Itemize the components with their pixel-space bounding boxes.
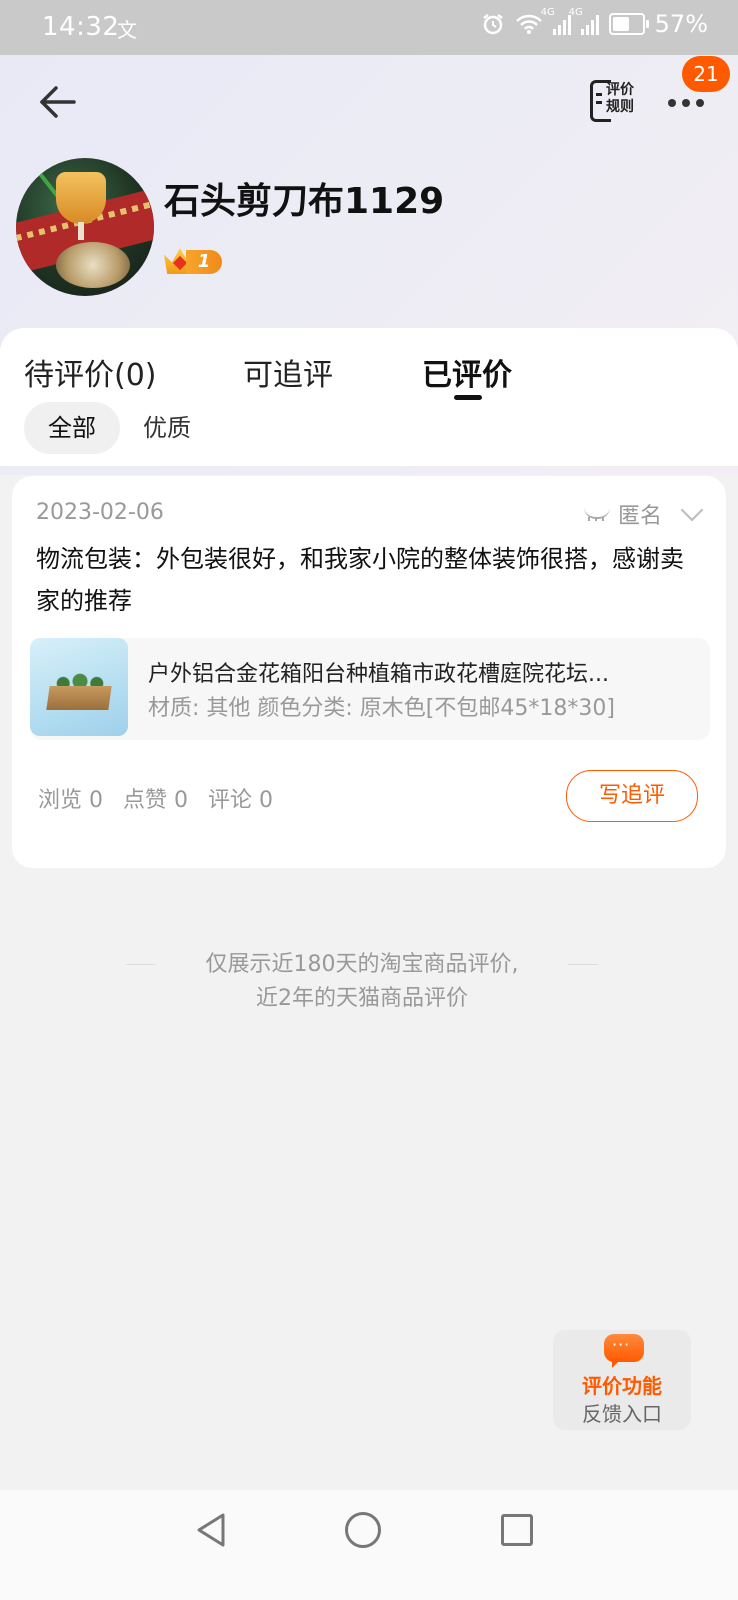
review-text: 物流包装：外包装很好，和我家小院的整体装饰很搭，感谢卖家的推荐 <box>36 545 684 615</box>
tab-follow-up[interactable]: 可追评 <box>243 350 333 394</box>
notification-badge: 21 <box>682 56 730 92</box>
chevron-down-icon[interactable] <box>680 498 704 522</box>
battery-icon <box>608 13 649 35</box>
wifi-icon <box>515 14 542 34</box>
network-type-label: 4G <box>540 7 555 18</box>
notice-line-2: 近2年的天猫商品评价 <box>256 986 468 1011</box>
system-navigation-bar <box>0 1490 738 1600</box>
comments-count: 评论 0 <box>208 788 273 813</box>
feedback-entry-button[interactable]: 评价功能 反馈入口 <box>553 1330 691 1430</box>
more-options-icon[interactable] <box>668 92 712 108</box>
anonymous-toggle[interactable]: 匿名 <box>583 498 704 530</box>
active-tab-indicator <box>454 395 482 400</box>
review-card: 2023-02-06 匿名 物流包装：外包装很好，和我家小院的整体装饰很搭，感谢… <box>12 476 726 868</box>
anonymous-label: 匿名 <box>617 504 662 529</box>
product-item[interactable]: 户外铝合金花箱阳台种植箱市政花槽庭院花坛... 材质: 其他 颜色分类: 原木色… <box>30 638 710 740</box>
history-notice: 仅展示近180天的淘宝商品评价, 近2年的天猫商品评价 <box>125 948 599 1016</box>
back-arrow-icon[interactable] <box>36 82 80 122</box>
feedback-label-1: 评价功能 <box>582 1374 662 1398</box>
review-date: 2023-02-06 <box>36 500 164 525</box>
signal-icon-2: 4G <box>569 7 599 35</box>
notice-line-1: 仅展示近180天的淘宝商品评价, <box>205 952 519 977</box>
chat-bubble-icon <box>604 1334 644 1362</box>
write-follow-up-button[interactable]: 写追评 <box>566 770 698 822</box>
tabs-panel: 待评价(0) 可追评 已评价 全部 优质 <box>0 328 738 466</box>
product-thumbnail <box>30 638 128 736</box>
product-spec: 材质: 其他 颜色分类: 原木色[不包邮45*18*30] <box>148 696 615 721</box>
product-title: 户外铝合金花箱阳台种植箱市政花槽庭院花坛... <box>148 662 609 687</box>
rules-label: 评价规则 <box>606 82 634 115</box>
likes-count: 点赞 0 <box>123 788 188 813</box>
nav-recent-apps-icon[interactable] <box>501 1514 533 1546</box>
tab-pending-review[interactable]: 待评价(0) <box>24 350 157 394</box>
avatar[interactable] <box>16 158 154 296</box>
battery-level-fill <box>612 17 629 31</box>
tab-reviewed[interactable]: 已评价 <box>422 350 512 394</box>
feedback-label-2: 反馈入口 <box>582 1402 662 1426</box>
status-icons: 4G 4G 57% <box>481 7 708 38</box>
nav-home-icon[interactable] <box>345 1512 381 1548</box>
nav-back-icon[interactable] <box>195 1512 227 1548</box>
closed-eye-icon <box>583 507 610 521</box>
network-type-label-2: 4G <box>568 7 583 18</box>
review-rules-button[interactable]: 评价规则 <box>590 80 640 122</box>
alarm-icon <box>482 14 503 35</box>
username: 石头剪刀布1129 <box>164 181 445 222</box>
filter-all[interactable]: 全部 <box>24 402 120 454</box>
battery-percent: 57% <box>654 10 708 38</box>
member-level-badge: 1 <box>164 246 222 276</box>
status-bar: 14:32 文 4G 4G 57% <box>0 0 738 55</box>
views-count: 浏览 0 <box>38 788 103 813</box>
status-time: 14:32 <box>42 12 120 42</box>
input-method-icon: 文 <box>117 18 137 42</box>
filter-quality[interactable]: 优质 <box>143 402 191 454</box>
review-stats: 浏览 0 点赞 0 评论 0 <box>38 782 273 814</box>
member-level: 1 <box>186 250 222 274</box>
